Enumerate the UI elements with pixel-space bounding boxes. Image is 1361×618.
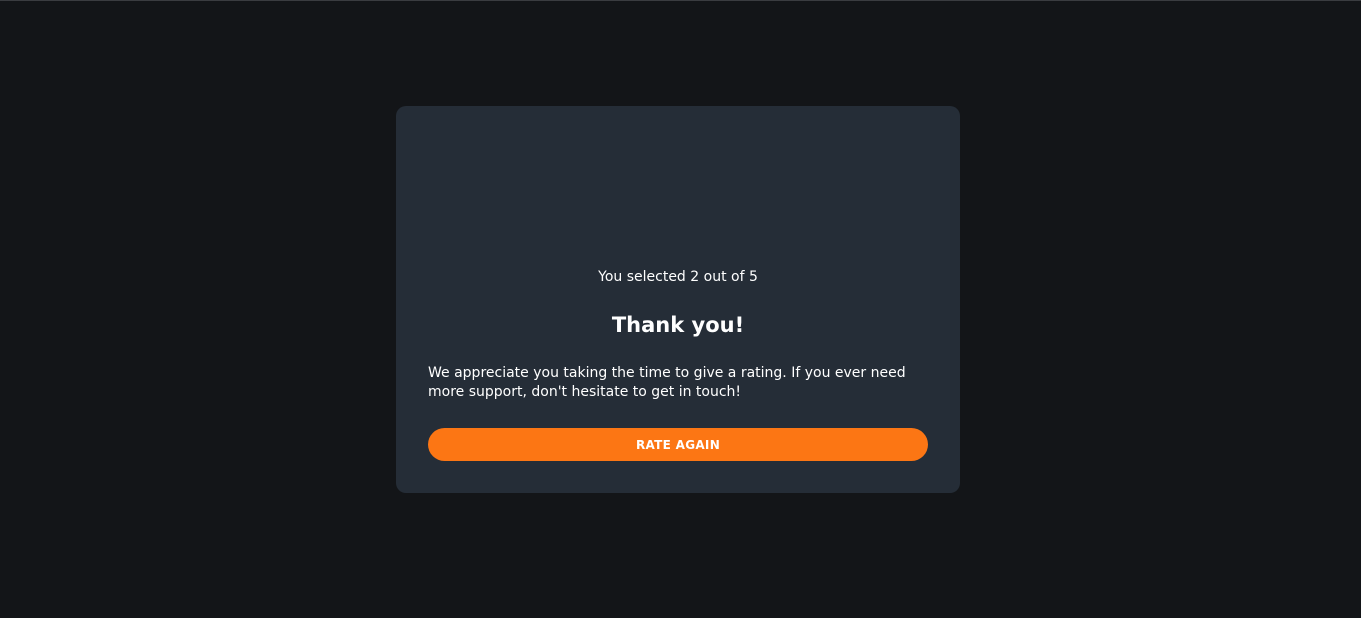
selected-rating-text: You selected 2 out of 5 [598,269,758,285]
thank-you-card: You selected 2 out of 5 Thank you! We ap… [396,106,960,493]
window-top-border [0,0,1361,1]
rate-again-button[interactable]: RATE AGAIN [428,428,928,461]
thank-you-message: We appreciate you taking the time to giv… [428,365,906,400]
page-title: Thank you! [611,313,745,337]
